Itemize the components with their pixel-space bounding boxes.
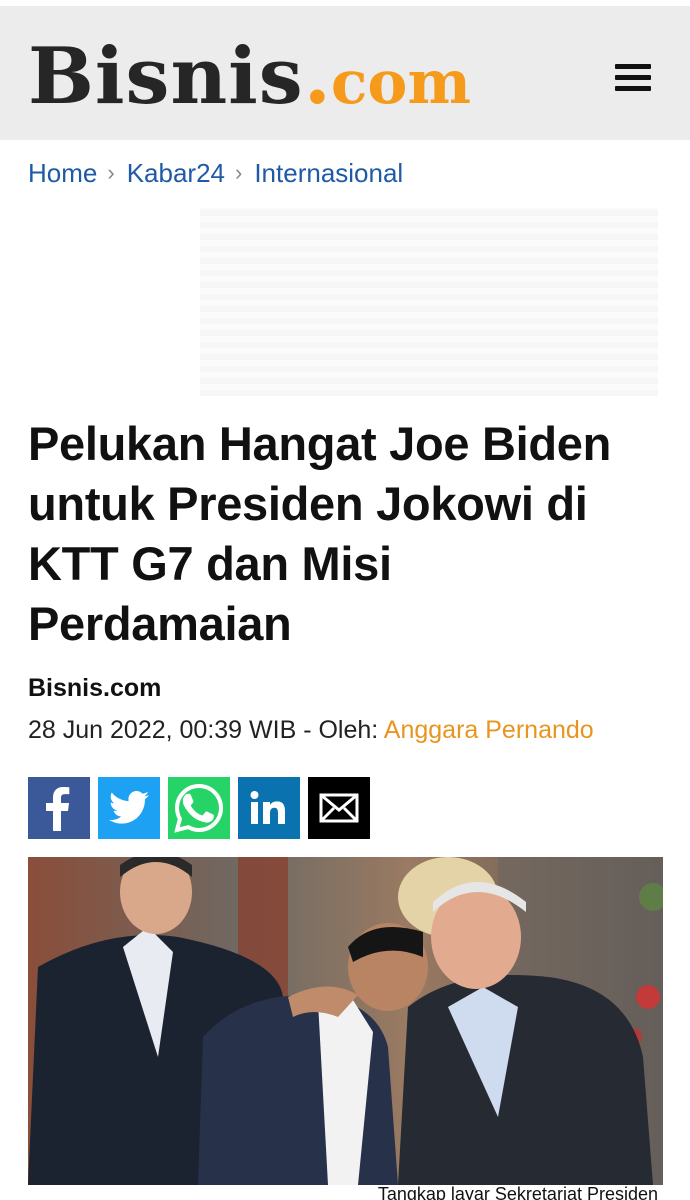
ad-placeholder (200, 208, 658, 396)
article-source: Bisnis.com (28, 674, 162, 702)
facebook-icon (46, 787, 70, 831)
breadcrumb: Home › Kabar24 › Internasional (28, 156, 403, 190)
linkedin-icon (250, 791, 285, 824)
menu-bar (615, 63, 651, 69)
hamburger-menu-icon[interactable] (608, 52, 658, 102)
mail-icon (319, 793, 359, 823)
article-meta: 28 Jun 2022, 00:39 WIB - Oleh: Anggara P… (28, 716, 594, 745)
breadcrumb-internasional[interactable]: Internasional (254, 158, 403, 189)
share-twitter-button[interactable] (98, 777, 160, 839)
share-email-button[interactable] (308, 777, 370, 839)
chevron-right-icon: › (235, 160, 243, 185)
menu-bar (615, 85, 651, 91)
photo-caption: Tangkap layar Sekretariat Presiden (377, 1184, 658, 1200)
author-by-label: - Oleh: (296, 716, 384, 744)
share-facebook-button[interactable] (28, 777, 90, 839)
logo-dot: . (303, 31, 331, 122)
article-title: Pelukan Hangat Joe Biden untuk Presiden … (28, 417, 612, 650)
site-header: Bisnis. com (0, 6, 690, 140)
share-bar (28, 777, 370, 839)
site-logo[interactable]: Bisnis. com (28, 32, 471, 122)
share-linkedin-button[interactable] (238, 777, 300, 839)
logo-wordmark: Bisnis (28, 31, 304, 122)
article-date: 28 Jun 2022, 00:39 WIB (28, 716, 297, 744)
breadcrumb-kabar24[interactable]: Kabar24 (127, 158, 225, 189)
chevron-right-icon: › (107, 160, 115, 185)
article-photo-illustration (28, 857, 663, 1185)
whatsapp-icon (174, 783, 224, 833)
twitter-icon (109, 791, 149, 824)
author-link[interactable]: Anggara Pernando (384, 716, 594, 744)
logo-com: com (330, 48, 471, 118)
breadcrumb-home[interactable]: Home (28, 158, 97, 189)
share-whatsapp-button[interactable] (168, 777, 230, 839)
article-photo (28, 857, 663, 1185)
menu-bar (615, 74, 651, 80)
